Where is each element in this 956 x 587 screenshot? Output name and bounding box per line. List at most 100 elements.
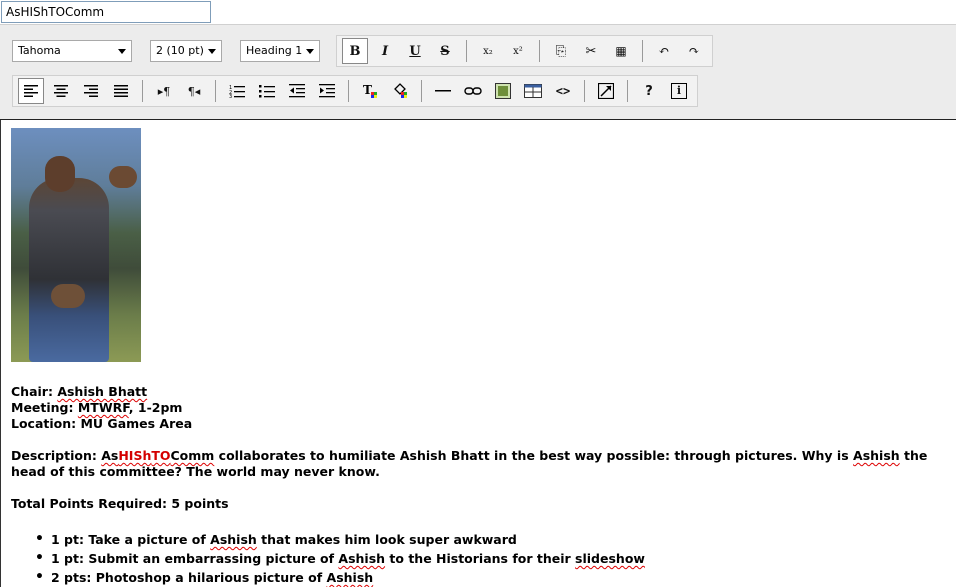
editor-content[interactable]: Chair: Ashish Bhatt Meeting: MTWRF, 1-2p…	[0, 120, 956, 587]
meeting-days: MTWRF	[77, 400, 129, 415]
block-style-value: Heading 1	[246, 44, 303, 57]
align-right-icon	[84, 85, 98, 97]
undo-button[interactable]: ↶	[651, 38, 677, 64]
info-button[interactable]: i	[666, 78, 692, 104]
list-item: 1 pt: Submit an embarrassing picture of …	[35, 549, 946, 568]
paste-button[interactable]: ▦	[608, 38, 634, 64]
horizontal-rule-button[interactable]	[430, 78, 456, 104]
title-bar	[0, 0, 956, 24]
block-style-select[interactable]: Heading 1	[240, 40, 320, 62]
paint-bucket-icon	[394, 83, 407, 98]
bold-button[interactable]: B	[342, 38, 368, 64]
list-item: 2 pts: Photoshop a hilarious picture of …	[35, 568, 946, 587]
svg-text:3: 3	[229, 94, 232, 98]
indent-button[interactable]	[314, 78, 340, 104]
bullet-list-button[interactable]	[254, 78, 280, 104]
fullscreen-button[interactable]	[593, 78, 619, 104]
ordered-list-button[interactable]: 123	[224, 78, 250, 104]
image-button[interactable]	[490, 78, 516, 104]
justify-icon	[114, 85, 128, 97]
committee-name: AsHIShTOComm	[101, 448, 215, 463]
link-button[interactable]	[460, 78, 486, 104]
help-button[interactable]: ?	[636, 78, 662, 104]
toolbar-separator	[584, 80, 585, 102]
location-line: Location: MU Games Area	[11, 416, 193, 431]
fullscreen-icon	[598, 83, 614, 99]
toolbar-separator	[539, 40, 540, 62]
align-center-icon	[54, 85, 68, 97]
italic-button[interactable]: I	[372, 38, 398, 64]
rtl-button[interactable]: ¶◂	[181, 78, 207, 104]
align-left-icon	[24, 85, 38, 97]
text-color-button[interactable]: T	[357, 78, 383, 104]
ltr-button[interactable]: ▸¶	[151, 78, 177, 104]
italic-icon: I	[381, 43, 389, 59]
font-family-value: Tahoma	[18, 44, 61, 57]
font-size-select[interactable]: 2 (10 pt)	[150, 40, 222, 62]
chevron-down-icon	[306, 49, 314, 54]
font-size-value: 2 (10 pt)	[156, 44, 204, 57]
align-right-button[interactable]	[78, 78, 104, 104]
outdent-icon	[289, 84, 305, 98]
photo-pinecone	[51, 284, 85, 308]
description: Description: AsHIShTOComm collaborates t…	[11, 448, 928, 479]
chair-name: Ashish Bhatt	[57, 384, 148, 399]
underline-button[interactable]: U	[402, 38, 428, 64]
link-icon	[464, 87, 482, 95]
source-code-button[interactable]: <>	[550, 78, 576, 104]
meeting-line: Meeting: MTWRF, 1-2pm	[11, 400, 183, 415]
copy-icon: ⎘	[555, 43, 567, 59]
toolbar-row-1: Tahoma 2 (10 pt) Heading 1 B I U S x₂ x²…	[12, 35, 719, 67]
photo-pinecone	[109, 166, 137, 188]
subscript-button[interactable]: x₂	[475, 38, 501, 64]
justify-button[interactable]	[108, 78, 134, 104]
align-left-button[interactable]	[18, 78, 44, 104]
info-icon: i	[671, 83, 687, 99]
outdent-button[interactable]	[284, 78, 310, 104]
image-icon	[495, 83, 511, 99]
toolbar-separator	[142, 80, 143, 102]
bold-icon: B	[349, 43, 361, 59]
cut-icon: ✂	[585, 43, 597, 59]
svg-text:T: T	[363, 83, 372, 97]
superscript-button[interactable]: x²	[505, 38, 531, 64]
total-points: Total Points Required: 5 points	[11, 496, 229, 511]
table-button[interactable]	[520, 78, 546, 104]
redo-button[interactable]: ↷	[681, 38, 707, 64]
chevron-down-icon	[118, 49, 126, 54]
subscript-icon: x₂	[483, 45, 493, 57]
code-icon: <>	[555, 84, 571, 98]
rtl-icon: ¶◂	[187, 84, 201, 98]
horizontal-rule-icon	[435, 90, 451, 92]
superscript-icon: x²	[513, 45, 523, 57]
toolbar-separator	[348, 80, 349, 102]
copy-button[interactable]: ⎘	[548, 38, 574, 64]
ordered-list-icon: 123	[229, 85, 245, 98]
toolbar-separator	[627, 80, 628, 102]
photo-head	[45, 156, 75, 192]
strikethrough-button[interactable]: S	[432, 38, 458, 64]
editor-toolbar: Tahoma 2 (10 pt) Heading 1 B I U S x₂ x²…	[0, 24, 956, 120]
photo-person	[29, 178, 109, 362]
font-family-select[interactable]: Tahoma	[12, 40, 132, 62]
format-group: B I U S x₂ x² ⎘ ✂ ▦ ↶ ↷	[336, 35, 713, 67]
title-input[interactable]	[1, 1, 211, 23]
redo-icon: ↷	[688, 43, 700, 59]
undo-icon: ↶	[658, 43, 670, 59]
paragraph-group: ▸¶ ¶◂ 123 T <> ? i	[12, 75, 698, 107]
help-icon: ?	[645, 83, 653, 99]
text-color-icon: T	[363, 83, 377, 98]
paste-icon: ▦	[615, 44, 627, 58]
underline-icon: U	[409, 43, 421, 59]
toolbar-separator	[466, 40, 467, 62]
committee-photo	[11, 128, 141, 362]
cut-button[interactable]: ✂	[578, 38, 604, 64]
toolbar-separator	[421, 80, 422, 102]
strikethrough-icon: S	[440, 43, 450, 59]
indent-icon	[319, 84, 335, 98]
align-center-button[interactable]	[48, 78, 74, 104]
toolbar-row-2: ▸¶ ¶◂ 123 T <> ? i	[12, 75, 704, 107]
table-icon	[524, 84, 542, 98]
committee-info: Chair: Ashish Bhatt Meeting: MTWRF, 1-2p…	[11, 384, 946, 432]
background-color-button[interactable]	[387, 78, 413, 104]
